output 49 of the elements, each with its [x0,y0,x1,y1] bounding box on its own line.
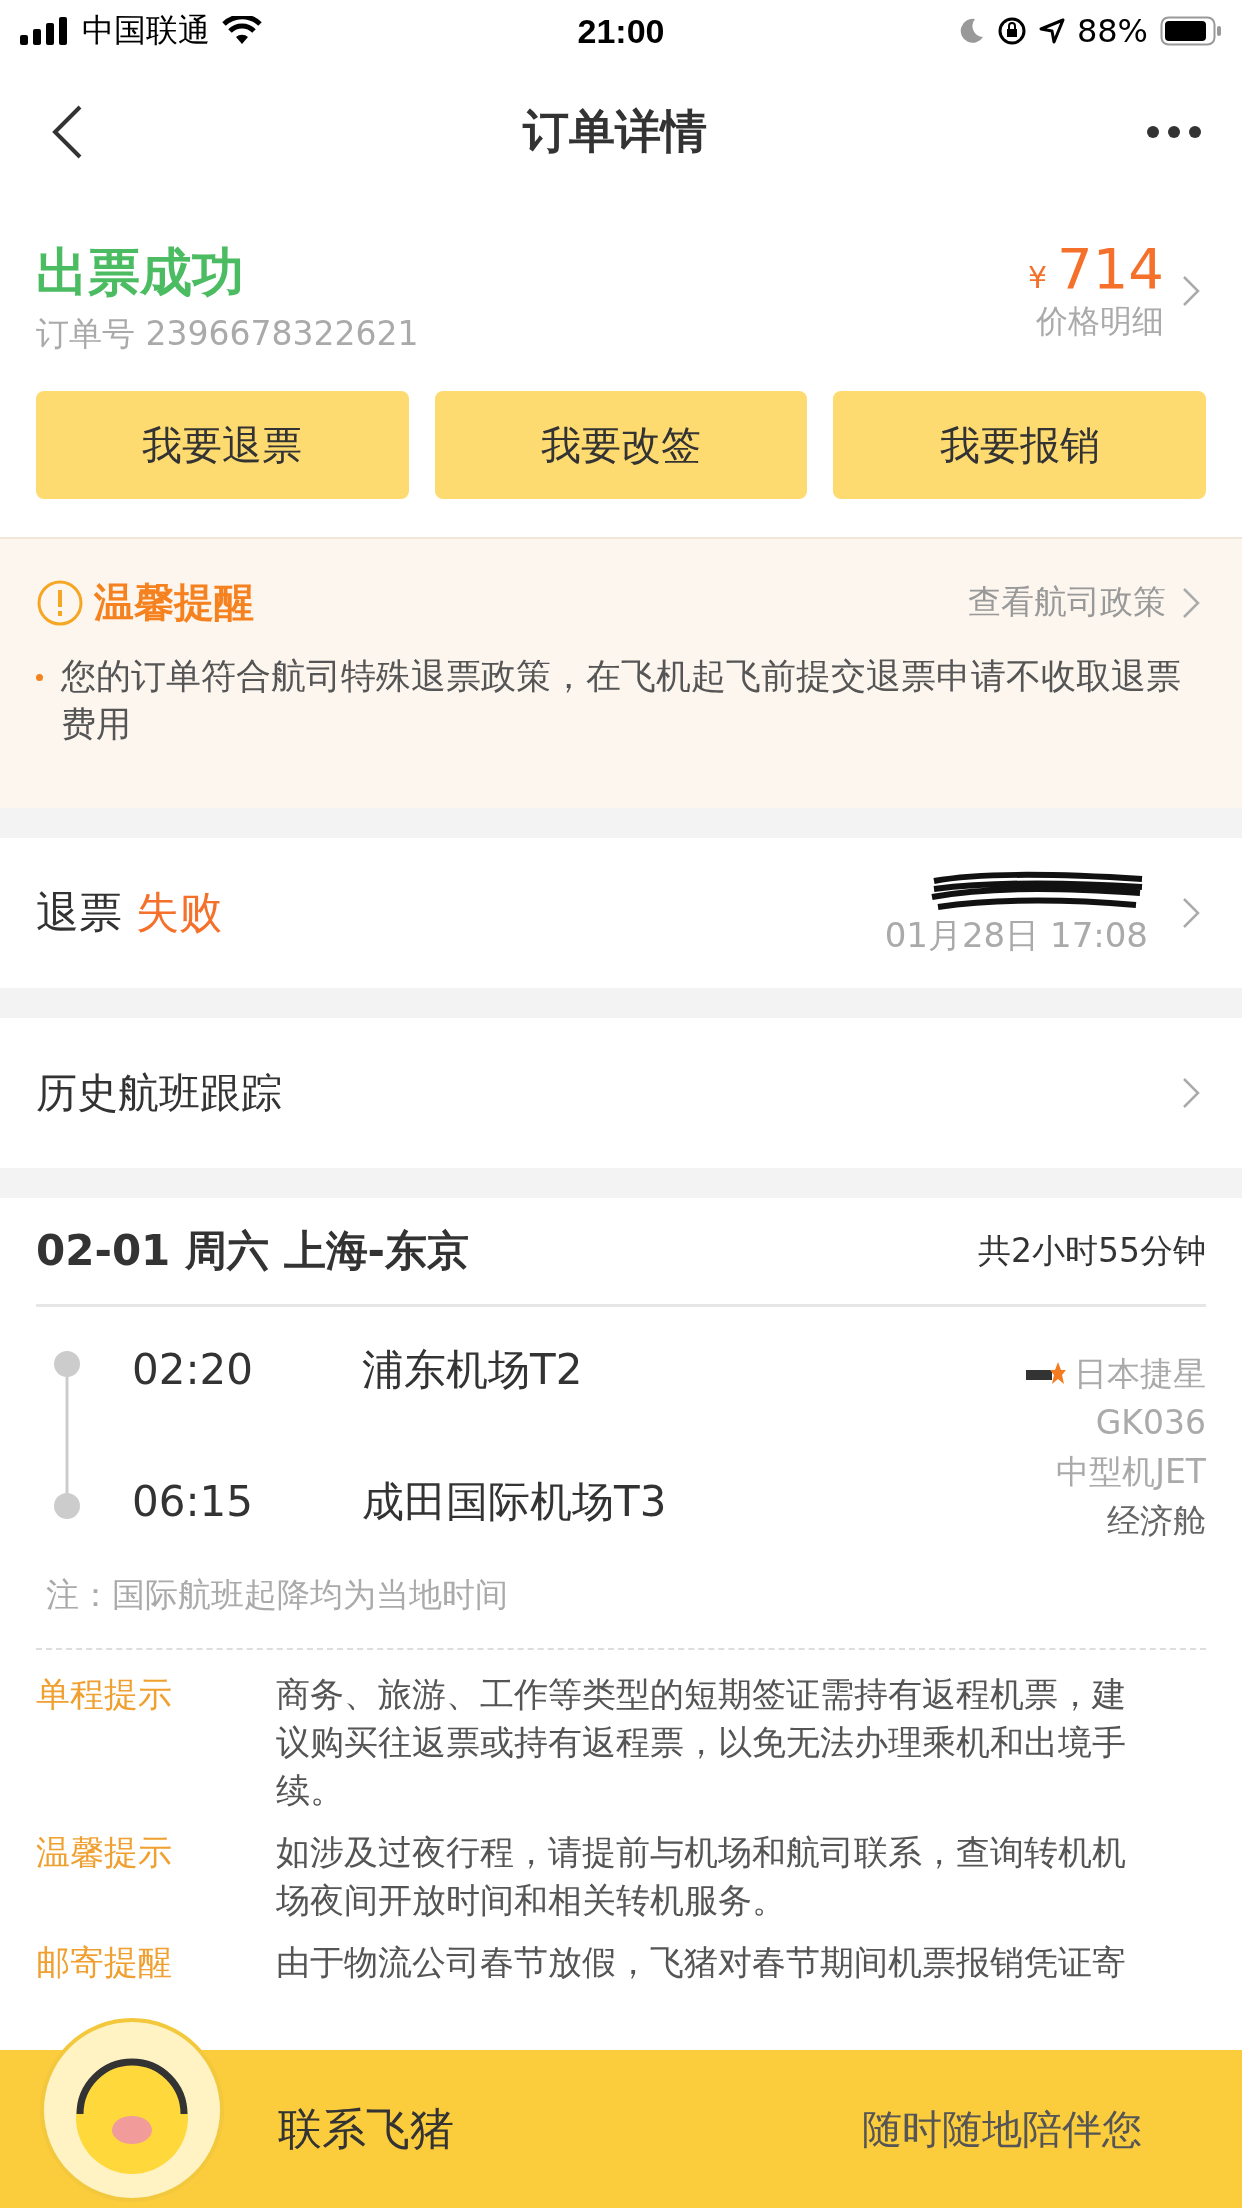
airline-name: 日本捷星 [1074,1353,1206,1395]
battery-icon [1160,16,1222,46]
arrival-time: 06:15 [132,1481,255,1523]
tip-label: 单程提示 [36,1673,173,1716]
chevron-right-icon [1182,897,1200,929]
action-button[interactable]: 我要报销 [833,391,1206,499]
battery-percent: 88% [1076,12,1148,50]
action-button[interactable]: 我要退票 [36,391,409,499]
order-number: 订单号 2396678322621 [36,313,419,355]
refund-status: 失败 [135,887,222,937]
bullet-icon [36,674,43,681]
flight-history-row[interactable]: 历史航班跟踪 [0,1018,1242,1168]
timeline-icon [52,1349,82,1521]
action-button[interactable]: 我要改签 [434,391,808,499]
contact-slogan: 随时随地陪伴您 [862,2104,1142,2154]
chevron-right-icon [1182,274,1200,307]
time-note: 注：国际航班起降均为当地时间 [46,1574,509,1616]
arrival-airport: 成田国际机场T3 [362,1481,667,1523]
order-status: 出票成功 [36,241,245,304]
page-title: 订单详情 [523,103,707,160]
avatar-icon [40,2018,224,2202]
location-arrow-icon [1038,18,1065,44]
signal-icon [20,17,70,45]
flight-date-route: 02-01 周六 上海-东京 [36,1225,469,1277]
tip-text: 由于物流公司春节放假，飞猪对春节期间机票报销凭证寄 [276,1941,1126,1984]
refund-time: 01月28日 17:08 [884,914,1148,957]
departure-airport: 浦东机场T2 [362,1349,583,1391]
tip-label: 邮寄提醒 [36,1941,173,1984]
departure-time: 02:20 [132,1349,255,1391]
notice-text: 您的订单符合航司特殊退票政策，在飞机起飞前提交退票申请不收取退票费用 [61,655,1182,746]
notice-title: 温馨提醒 [94,578,254,627]
carrier-name: 中国联通 [82,10,210,51]
chevron-right-icon [1182,586,1200,619]
flight-number: GK036 [1095,1402,1206,1444]
chevron-right-icon [1182,1077,1200,1109]
wifi-icon [222,16,262,46]
status-time: 21:00 [577,11,665,51]
back-button[interactable] [50,104,84,160]
info-icon [36,578,84,627]
flight-duration: 共2小时55分钟 [978,1229,1206,1272]
aircraft-type: 中型机JET [1056,1451,1206,1493]
tip-label: 温馨提示 [36,1831,173,1874]
refund-row[interactable]: 退票 失败 01月28日 17:08 [0,838,1242,988]
more-button[interactable] [1146,125,1202,139]
refund-label: 退票 [36,887,122,937]
tip-text: 如涉及过夜行程，请提前与机场和航司联系，查询转机机场夜间开放时间和相关转机服务。 [276,1831,1127,1922]
rotation-lock-icon [996,16,1027,46]
tip-text: 商务、旅游、工作等类型的短期签证需持有返程机票，建议购买往返票或持有返程票，以免无法办理乘机和出境手续。 [276,1673,1127,1812]
cabin-class: 经济舱 [1107,1500,1206,1542]
